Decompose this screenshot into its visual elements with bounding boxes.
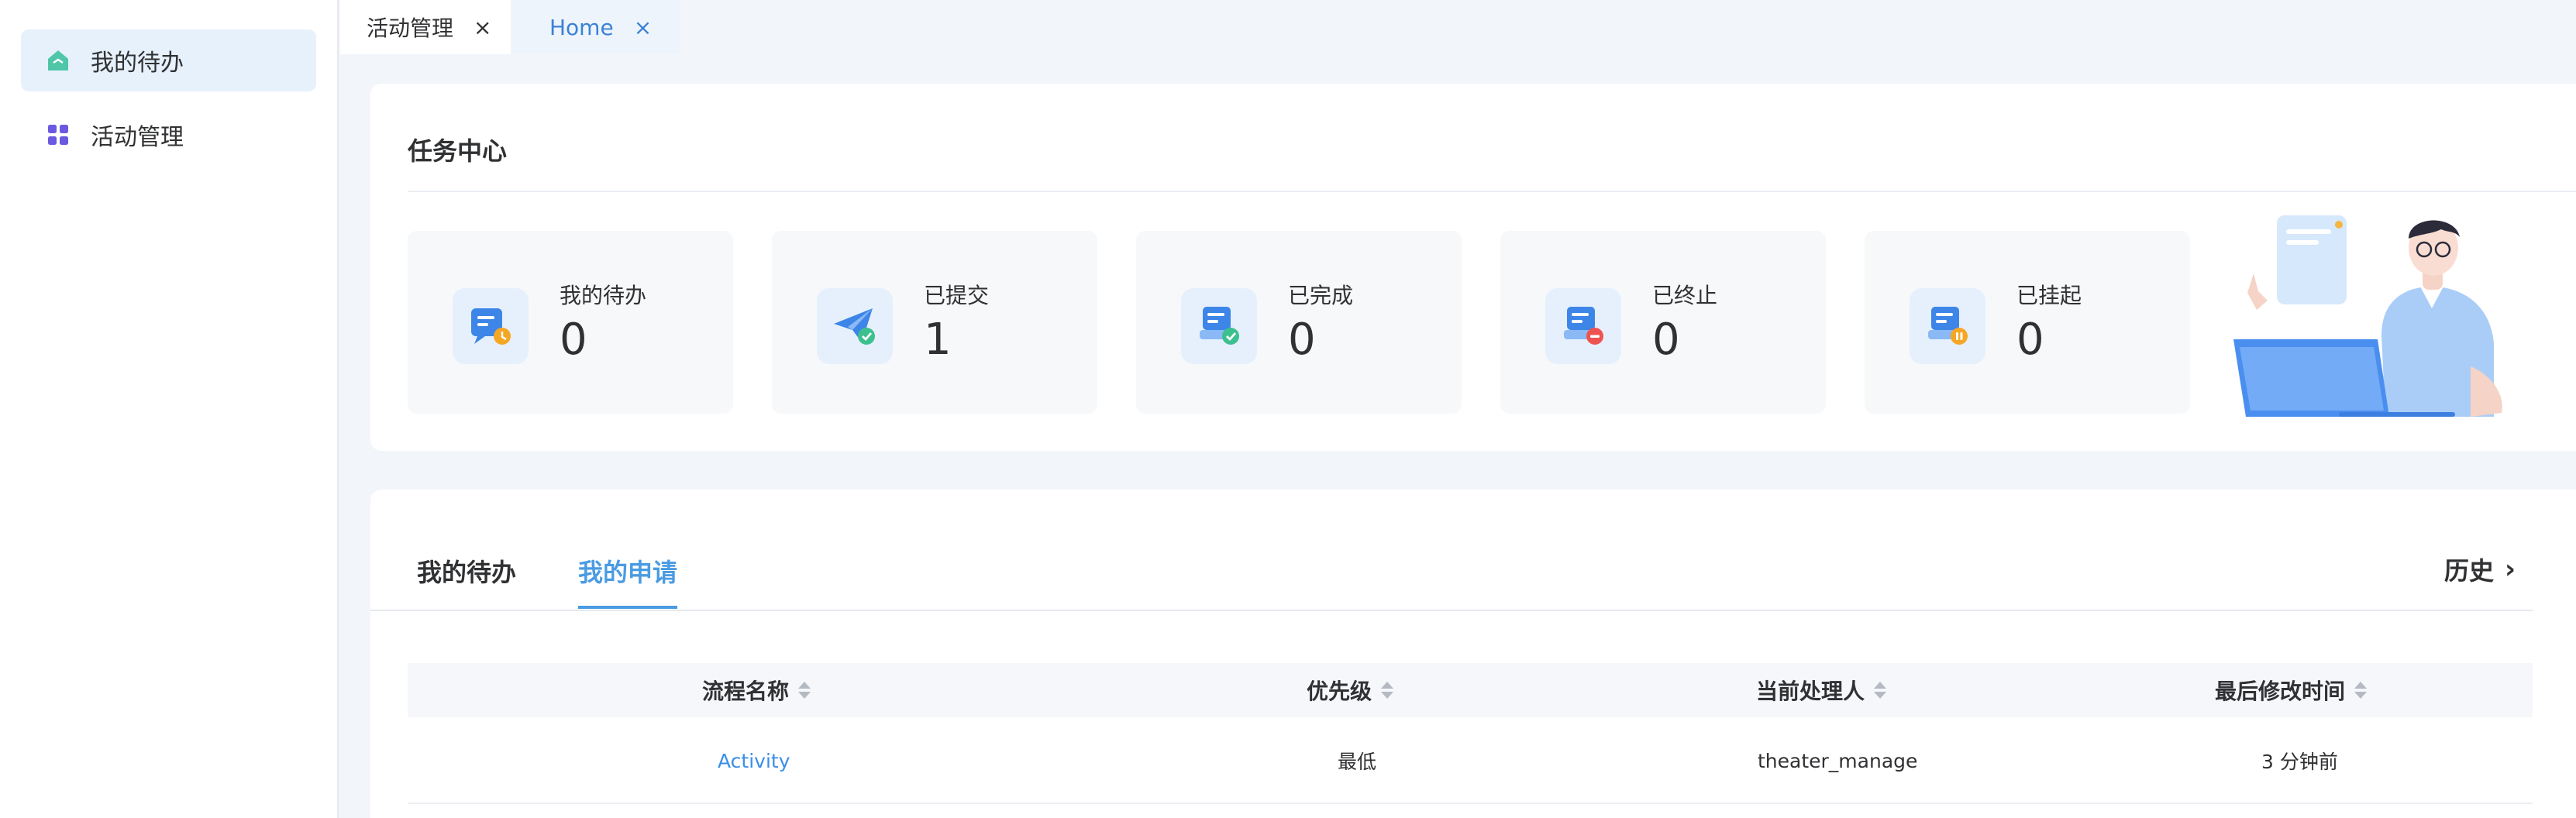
stat-value: 1 [924,314,952,365]
task-center-title: 任务中心 [408,136,508,166]
tab-label: 活动管理 [367,15,454,41]
stat-label: 已终止 [1652,283,1718,308]
close-icon[interactable]: × [634,15,652,40]
sidebar: 我的待办 活动管理 [0,0,339,818]
history-link[interactable]: 历史 › [2444,552,2516,587]
tab-label: Home [549,14,614,40]
sidebar-item-my-todo[interactable]: 我的待办 [21,29,316,91]
requests-card: 我的待办 我的申请 历史 › 流程名称 优先级 当前处理人 最后修改时间 Act… [370,490,2576,818]
document-pause-icon [1910,288,1985,364]
sort-icon[interactable] [1874,682,1887,699]
table-header: 流程名称 优先级 当前处理人 最后修改时间 [408,663,2533,717]
tab-my-applications[interactable]: 我的申请 [578,553,677,589]
column-label: 最后修改时间 [2215,679,2346,704]
tab-home[interactable]: Home × [512,0,680,54]
stat-card-suspended[interactable]: 已挂起 0 [1865,231,2190,414]
paper-plane-check-icon [817,288,893,364]
column-header-priority[interactable]: 优先级 [1307,663,1394,717]
column-header-current-handler[interactable]: 当前处理人 [1756,663,1887,717]
stat-value: 0 [1652,314,1680,365]
tab-bar: 活动管理 × Home × [340,0,2576,54]
column-label: 优先级 [1307,679,1372,704]
divider [370,610,2533,611]
sidebar-item-activity-manage[interactable]: 活动管理 [21,104,316,166]
sort-icon[interactable] [1381,682,1394,699]
stat-label: 已挂起 [2016,283,2082,308]
close-icon[interactable]: × [474,15,491,40]
sidebar-item-label: 我的待办 [91,50,184,77]
document-check-icon [1181,288,1257,364]
stat-value: 0 [560,314,587,365]
divider [408,191,2576,192]
sort-icon[interactable] [2354,682,2368,699]
tab-my-todo[interactable]: 我的待办 [417,553,516,589]
cell-current-handler: theater_manage [1758,749,1918,772]
column-label: 当前处理人 [1756,679,1865,704]
table-row[interactable]: Activity 最低 theater_manage 3 分钟前 [408,717,2533,804]
task-center-card: 任务中心 我的待办 0 已提交 1 已完成 0 已终止 0 已挂起 0 [370,84,2576,451]
person-with-laptop-illustration [2223,200,2533,432]
stat-value: 0 [2016,314,2044,365]
history-label: 历史 [2444,556,2495,586]
todo-clock-icon [453,288,529,364]
tab-activity-manage[interactable]: 活动管理 × [340,0,511,54]
sidebar-item-label: 活动管理 [91,124,184,151]
home-icon [44,46,72,74]
stat-label: 已提交 [924,283,990,308]
column-label: 流程名称 [702,679,790,704]
cell-priority: 最低 [1338,751,1377,773]
column-header-process-name[interactable]: 流程名称 [702,663,811,717]
stat-card-my-todo[interactable]: 我的待办 0 [408,231,733,414]
cell-last-modified: 3 分钟前 [2261,751,2338,773]
stat-label: 已完成 [1288,283,1354,308]
sort-icon[interactable] [798,682,811,699]
stat-card-terminated[interactable]: 已终止 0 [1500,231,1826,414]
stat-card-submitted[interactable]: 已提交 1 [772,231,1097,414]
column-header-last-modified[interactable]: 最后修改时间 [2215,663,2368,717]
stat-card-completed[interactable]: 已完成 0 [1136,231,1462,414]
grid-icon [44,121,72,149]
cell-process-name-link[interactable]: Activity [718,717,790,804]
stat-value: 0 [1288,314,1316,365]
active-tab-indicator [578,606,677,609]
document-stop-icon [1545,288,1621,364]
stat-label: 我的待办 [560,283,647,308]
chevron-right-icon: › [2505,554,2516,585]
